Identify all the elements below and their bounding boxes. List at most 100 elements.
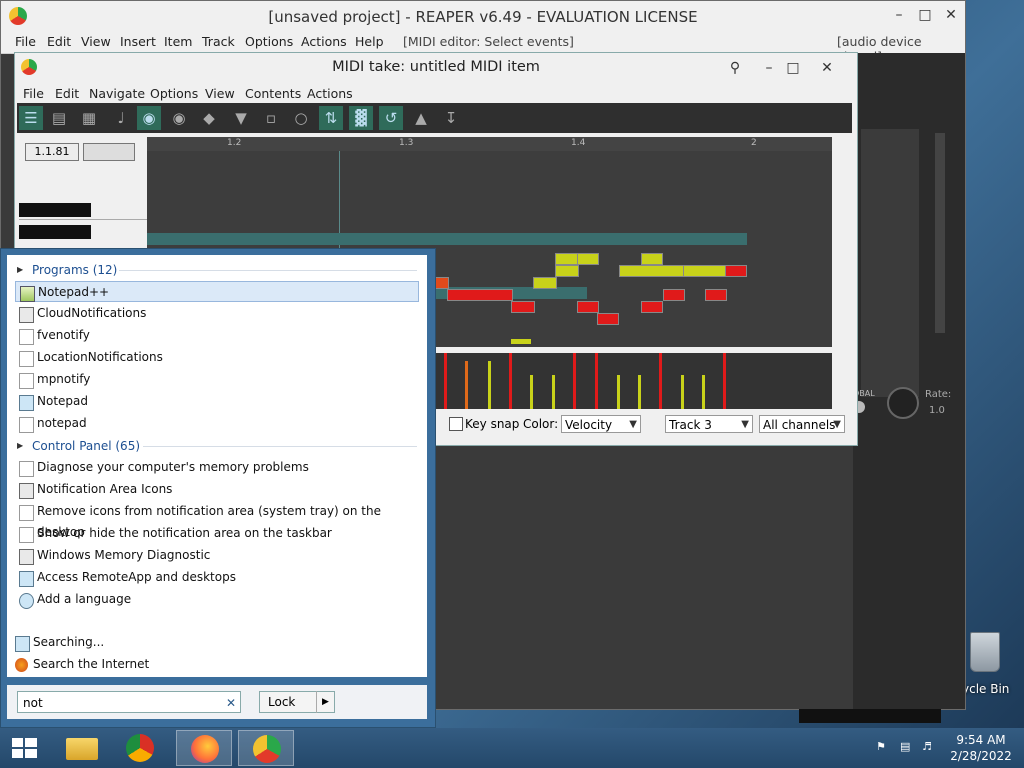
midi-note[interactable]: [705, 289, 727, 301]
track-select[interactable]: Track 3 ▼: [665, 415, 753, 433]
clock[interactable]: 9:54 AM 2/28/2022: [946, 732, 1016, 764]
velocity-bar[interactable]: [617, 375, 620, 411]
programs-header[interactable]: Programs (12): [32, 263, 117, 277]
midi-note[interactable]: [555, 265, 579, 277]
program-notepad[interactable]: Notepad: [15, 391, 419, 412]
midi-menu-file[interactable]: File: [23, 86, 44, 101]
midi-note[interactable]: [641, 301, 663, 313]
length-display[interactable]: [83, 143, 135, 161]
midi-note[interactable]: [683, 265, 727, 277]
control-notification-icons[interactable]: Notification Area Icons: [15, 479, 419, 500]
event-list-icon[interactable]: ▫: [259, 106, 283, 130]
named-notes-icon[interactable]: ▤: [47, 106, 71, 130]
key-snap-checkbox[interactable]: [449, 417, 463, 431]
control-memory-diagnostic[interactable]: Windows Memory Diagnostic: [15, 545, 419, 566]
menu-insert[interactable]: Insert: [120, 34, 156, 49]
step-input-icon[interactable]: ▲: [409, 106, 433, 130]
volume-icon[interactable]: ♬: [922, 740, 936, 754]
midi-note[interactable]: [619, 265, 685, 277]
velocity-bar[interactable]: [638, 375, 641, 411]
diamond-shape-icon[interactable]: ◆: [197, 106, 221, 130]
search-input[interactable]: not ✕: [17, 691, 241, 713]
midi-titlebar[interactable]: MIDI take: untitled MIDI item ⚲ – □ ✕: [15, 53, 857, 83]
velocity-bar[interactable]: [681, 375, 684, 411]
menu-view[interactable]: View: [81, 34, 111, 49]
control-remoteapp[interactable]: Access RemoteApp and desktops: [15, 567, 419, 588]
position-display[interactable]: 1.1.81: [25, 143, 79, 161]
midi-note[interactable]: [511, 339, 531, 344]
menu-help[interactable]: Help: [355, 34, 384, 49]
control-remove-icons[interactable]: Remove icons from notification area (sys…: [15, 501, 419, 539]
menu-track[interactable]: Track: [202, 34, 235, 49]
control-panel-header[interactable]: Control Panel (65): [32, 439, 140, 453]
channel-select[interactable]: All channels ▼: [759, 415, 845, 433]
menu-edit[interactable]: Edit: [47, 34, 71, 49]
control-add-language[interactable]: Add a language: [15, 589, 419, 610]
notation-icon[interactable]: ♩: [109, 106, 133, 130]
arrange-view[interactable]: OBAL Rate: 1.0: [853, 53, 965, 709]
flag-icon[interactable]: ⚑: [876, 740, 890, 754]
midi-note[interactable]: [641, 253, 663, 265]
grid-view-icon[interactable]: ▦: [77, 106, 101, 130]
taskbar-reaper[interactable]: [238, 730, 294, 766]
note-shape-icon[interactable]: ◉: [137, 106, 161, 130]
power-options-arrow-icon[interactable]: ▶: [322, 692, 329, 712]
triangle-shape-icon[interactable]: ◉: [167, 106, 191, 130]
list-view-icon[interactable]: ☰: [19, 106, 43, 130]
control-show-hide-notification[interactable]: Show or hide the notification area on th…: [15, 523, 419, 544]
velocity-bar[interactable]: [723, 353, 726, 411]
expand-arrow-icon[interactable]: ▶: [17, 265, 23, 274]
program-locationnotifications[interactable]: LocationNotifications: [15, 347, 419, 368]
velocity-bar[interactable]: [552, 375, 555, 411]
menu-actions[interactable]: Actions: [301, 34, 347, 49]
midi-menu-actions[interactable]: Actions: [307, 86, 353, 101]
menu-file[interactable]: File: [15, 34, 36, 49]
midi-note[interactable]: [577, 301, 599, 313]
zoom-icon[interactable]: ○: [289, 106, 313, 130]
taskbar-firefox[interactable]: [176, 730, 232, 766]
midi-menu-contents[interactable]: Contents: [245, 86, 301, 101]
midi-note[interactable]: [663, 289, 685, 301]
midi-note[interactable]: [577, 253, 599, 265]
lock-button[interactable]: Lock ▶: [259, 691, 335, 713]
midi-note[interactable]: [533, 277, 557, 289]
close-button[interactable]: ✕: [937, 5, 965, 25]
program-notepad-file[interactable]: notepad: [15, 413, 419, 434]
timeline-ruler[interactable]: 1.2 1.3 1.4 2: [147, 137, 832, 151]
filter-icon[interactable]: ▼: [229, 106, 253, 130]
velocity-bar[interactable]: [444, 353, 447, 411]
loop-icon[interactable]: ↺: [379, 106, 403, 130]
import-icon[interactable]: ↧: [439, 106, 463, 130]
menu-item[interactable]: Item: [164, 34, 192, 49]
midi-note[interactable]: [725, 265, 747, 277]
midi-note[interactable]: [447, 289, 513, 301]
midi-close-button[interactable]: ✕: [813, 58, 841, 78]
velocity-bar[interactable]: [509, 353, 512, 411]
control-diagnose-memory[interactable]: Diagnose your computer's memory problems: [15, 457, 419, 478]
velocity-bar[interactable]: [595, 353, 598, 411]
velocity-bar[interactable]: [573, 353, 576, 411]
reaper-titlebar[interactable]: [unsaved project] - REAPER v6.49 - EVALU…: [1, 1, 965, 31]
minimize-button[interactable]: –: [885, 5, 913, 25]
midi-menu-options[interactable]: Options: [150, 86, 198, 101]
recycle-bin[interactable]: ycle Bin: [962, 630, 1022, 700]
velocity-bar[interactable]: [659, 353, 662, 411]
search-internet[interactable]: Search the Internet: [11, 654, 415, 675]
midi-note[interactable]: [555, 253, 579, 265]
program-notepadpp[interactable]: Notepad++: [15, 281, 419, 302]
network-icon[interactable]: ▤: [900, 740, 914, 754]
midi-note[interactable]: [511, 301, 535, 313]
taskbar-chrome[interactable]: [114, 730, 170, 766]
maximize-button[interactable]: □: [911, 5, 939, 25]
menu-options[interactable]: Options: [245, 34, 293, 49]
midi-menu-view[interactable]: View: [205, 86, 235, 101]
expand-arrow-icon[interactable]: ▶: [17, 441, 23, 450]
midi-menu-navigate[interactable]: Navigate: [89, 86, 145, 101]
program-cloudnotifications[interactable]: CloudNotifications: [15, 303, 419, 324]
horizontal-scrollbar[interactable]: [799, 709, 941, 723]
vertical-scrollbar[interactable]: [935, 133, 945, 333]
velocity-bar[interactable]: [465, 361, 468, 411]
clear-search-icon[interactable]: ✕: [226, 692, 236, 714]
start-button[interactable]: [0, 730, 56, 766]
midi-note[interactable]: [597, 313, 619, 325]
